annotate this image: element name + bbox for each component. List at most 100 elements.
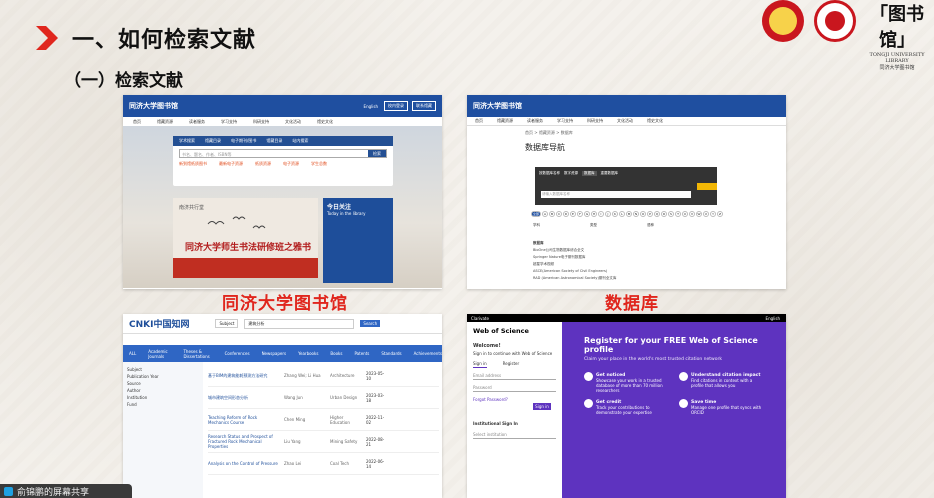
category-item[interactable]: Newspapers xyxy=(262,351,287,356)
alpha-item[interactable]: V xyxy=(689,211,695,217)
alpha-item[interactable]: A xyxy=(542,211,548,217)
facet-item[interactable]: Source xyxy=(127,380,199,387)
alpha-item[interactable]: S xyxy=(668,211,674,217)
filter-type[interactable]: 类型 xyxy=(590,223,597,228)
alpha-item[interactable]: P xyxy=(647,211,653,217)
category-item[interactable]: Achievements xyxy=(414,351,442,356)
tab-site-search[interactable]: 站内搜索 xyxy=(292,138,308,144)
tab-catalog-2[interactable]: 馆藏目录 xyxy=(266,138,282,144)
cnki-search-button[interactable]: Search xyxy=(360,320,381,327)
stat-item[interactable]: 纸质资源 xyxy=(255,161,271,167)
library-homepage-screenshot[interactable]: 同济大学图书馆 English 校内登录 联系馆藏 首页 馆藏资源 读者服务 学… xyxy=(123,95,442,289)
library-search-input[interactable]: 书名、题名、作者、ISBN等 xyxy=(180,150,368,157)
nav-item[interactable]: 馆藏资源 xyxy=(497,118,513,124)
nav-item[interactable]: 馆史文化 xyxy=(647,118,663,124)
nav-item[interactable]: 首页 xyxy=(133,119,141,125)
alpha-item[interactable]: N xyxy=(633,211,639,217)
alpha-item[interactable]: W xyxy=(696,211,702,217)
list-item[interactable]: 超星学术视频 xyxy=(533,261,723,268)
facet-item[interactable]: Publication Year xyxy=(127,373,199,380)
category-item[interactable]: Academic Journals xyxy=(148,349,171,359)
facet-item[interactable]: Institution xyxy=(127,394,199,401)
alpha-item[interactable]: M xyxy=(626,211,632,217)
list-item[interactable]: BioOne公司生物数据库综合全文 xyxy=(533,247,723,254)
password-field[interactable]: Password xyxy=(473,384,556,392)
alpha-item[interactable]: Q xyxy=(654,211,660,217)
stat-item[interactable]: 电子资源 xyxy=(283,161,299,167)
alpha-item[interactable]: H xyxy=(591,211,597,217)
filter-language[interactable]: 语种 xyxy=(647,223,654,228)
tab-database[interactable]: 数据库 xyxy=(582,171,597,176)
stat-item[interactable]: 新到馆纸质图书 xyxy=(179,161,207,167)
alpha-item[interactable]: Z xyxy=(717,211,723,217)
alpha-item[interactable]: K xyxy=(612,211,618,217)
subject-dropdown[interactable]: Subject xyxy=(215,319,239,328)
database-nav-screenshot[interactable]: 同济大学图书馆 首页 馆藏资源 读者服务 学习支持 科研支持 文化活动 馆史文化… xyxy=(467,95,786,289)
db-search-button[interactable] xyxy=(697,183,717,190)
facet-item[interactable]: Author xyxy=(127,387,199,394)
nav-item[interactable]: 学习支持 xyxy=(557,118,573,124)
facet-item[interactable]: Subject xyxy=(127,366,199,373)
alpha-item[interactable]: G xyxy=(584,211,590,217)
nav-item[interactable]: 科研支持 xyxy=(253,119,269,125)
category-item[interactable]: Books xyxy=(330,351,342,356)
category-item[interactable]: Standards xyxy=(381,351,401,356)
nav-item[interactable]: 科研支持 xyxy=(587,118,603,124)
alpha-item[interactable]: B xyxy=(549,211,555,217)
contact-button[interactable]: 联系馆藏 xyxy=(412,101,436,111)
tab-ejournals[interactable]: 电子期刊/图书 xyxy=(231,138,256,144)
nav-item[interactable]: 读者服务 xyxy=(527,118,543,124)
tab-register[interactable]: Register xyxy=(503,360,519,368)
category-item[interactable]: Yearbooks xyxy=(298,351,318,356)
news-banner[interactable]: 南济共行堂 同济大学师生书法研修班之雅书 xyxy=(173,198,318,278)
wos-screenshot[interactable]: Clarivate English Web of Science Welcome… xyxy=(467,314,786,498)
tab-db-name[interactable]: 按数据库名称 xyxy=(539,171,560,176)
table-row[interactable]: 基于BIM的建筑能耗预测方法研究 Zhang Wei; Li Hua Archi… xyxy=(208,365,439,387)
screen-share-indicator[interactable]: 俞锦鹏的屏幕共享 xyxy=(0,484,132,498)
result-title[interactable]: Analysis on the Control of Pressure xyxy=(208,461,278,466)
email-field[interactable]: Email address xyxy=(473,372,556,380)
alpha-item[interactable]: 全部 xyxy=(531,211,541,217)
nav-item[interactable]: 学习支持 xyxy=(221,119,237,125)
alpha-item[interactable]: O xyxy=(640,211,646,217)
nav-item[interactable]: 文化活动 xyxy=(285,119,301,125)
nav-item[interactable]: 文化活动 xyxy=(617,118,633,124)
library-search-button[interactable]: 检索 xyxy=(368,150,386,157)
language-selector[interactable]: English xyxy=(766,316,780,321)
tab-important[interactable]: 重要数据库 xyxy=(601,171,619,176)
alpha-item[interactable]: T xyxy=(675,211,681,217)
category-item[interactable]: Patents xyxy=(354,351,369,356)
nav-item[interactable]: 读者服务 xyxy=(189,119,205,125)
alpha-item[interactable]: X xyxy=(703,211,709,217)
category-item[interactable]: Conferences xyxy=(225,351,250,356)
alpha-item[interactable]: D xyxy=(563,211,569,217)
nav-item[interactable]: 馆史文化 xyxy=(317,119,333,125)
table-row[interactable]: Teaching Reform of Rock Mechanics Course… xyxy=(208,409,439,431)
cnki-search-input[interactable]: 建筑分析 xyxy=(244,318,355,329)
alpha-item[interactable]: L xyxy=(619,211,625,217)
alpha-item[interactable]: J xyxy=(605,211,611,217)
category-item[interactable]: Theses & Dissertations xyxy=(183,349,212,359)
result-title[interactable]: 城市建筑空间形态分析 xyxy=(208,395,278,401)
cnki-screenshot[interactable]: CNKI中国知网 Subject 建筑分析 Search ALL Academi… xyxy=(123,314,442,498)
tab-digital[interactable]: 数字资源 xyxy=(564,171,578,176)
alpha-item[interactable]: E xyxy=(570,211,576,217)
clarivate-logo[interactable]: Clarivate xyxy=(471,316,489,321)
nav-item[interactable]: 馆藏资源 xyxy=(157,119,173,125)
nav-item[interactable]: 首页 xyxy=(475,118,483,124)
forgot-password-link[interactable]: Forgot Password? xyxy=(473,396,508,403)
category-all[interactable]: ALL xyxy=(129,351,136,356)
list-item[interactable]: Springer Nature电子期刊数据库 xyxy=(533,254,723,261)
tab-signin[interactable]: Sign in xyxy=(473,360,487,368)
filter-subject[interactable]: 学科 xyxy=(533,223,540,228)
list-item[interactable]: RAD (American Astronomical Society)期刊全文库 xyxy=(533,275,723,282)
alpha-item[interactable]: U xyxy=(682,211,688,217)
alpha-item[interactable]: F xyxy=(577,211,583,217)
signin-button[interactable]: Sign in xyxy=(533,403,551,410)
alpha-item[interactable]: C xyxy=(556,211,562,217)
stat-item[interactable]: 最新电子资源 xyxy=(219,161,243,167)
result-title[interactable]: Research Status and Prospect of Fracture… xyxy=(208,434,278,449)
table-row[interactable]: 城市建筑空间形态分析 Wang Jun Urban Design 2023-03… xyxy=(208,387,439,409)
result-title[interactable]: Teaching Reform of Rock Mechanics Course xyxy=(208,415,278,425)
alpha-item[interactable]: I xyxy=(598,211,604,217)
